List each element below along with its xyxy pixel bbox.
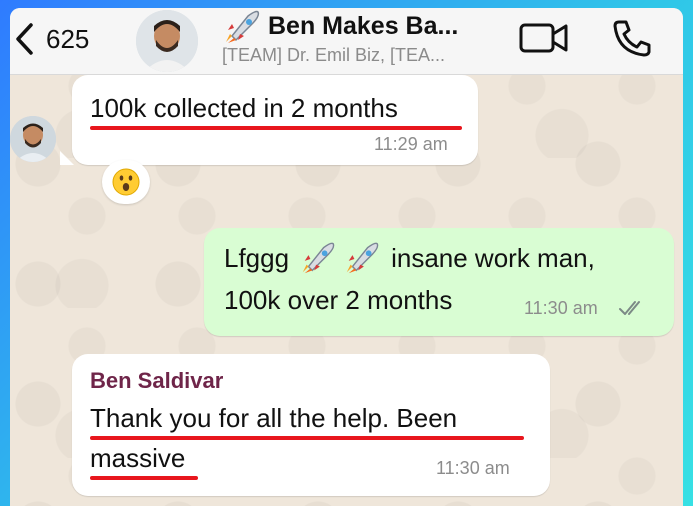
message-text-start: Lfggg: [224, 243, 290, 273]
chat-screen: 625 Ben Makes Ba... [TEAM] Dr. Emil Biz,…: [10, 8, 683, 506]
chat-title[interactable]: Ben Makes Ba...: [268, 12, 458, 41]
unread-count: 625: [46, 23, 90, 54]
read-double-check-icon: [618, 298, 648, 318]
bubble-tail: [60, 151, 74, 165]
highlight-underline: [90, 126, 462, 130]
back-button[interactable]: 625: [10, 14, 120, 64]
rocket-icon: [222, 10, 262, 44]
message-text-line-1: Thank you for all the help. Been: [90, 403, 458, 433]
screenshot-frame: 625 Ben Makes Ba... [TEAM] Dr. Emil Biz,…: [0, 0, 693, 506]
video-call-button[interactable]: [518, 20, 570, 56]
incoming-message-bubble[interactable]: Ben Saldivar Thank you for all the help.…: [72, 354, 550, 496]
chat-participants[interactable]: [TEAM] Dr. Emil Biz, [TEA...: [222, 45, 445, 66]
voice-call-button[interactable]: [610, 18, 654, 58]
message-text: 100k collected in 2 months: [90, 93, 398, 123]
outgoing-message-bubble[interactable]: Lfggg insane work man, 100k over 2 month…: [204, 228, 674, 336]
message-reaction[interactable]: [102, 160, 150, 204]
rocket-emoji-icon: [343, 241, 381, 275]
message-timestamp: 11:29 am: [374, 134, 448, 154]
message-text-line-1: Lfggg insane work man,: [224, 238, 595, 278]
message-text-line-2: 100k over 2 months: [224, 285, 453, 315]
message-text-end: insane work man,: [391, 243, 595, 273]
chevron-left-icon: [10, 19, 40, 59]
highlight-underline: [90, 476, 198, 480]
chat-header: 625 Ben Makes Ba... [TEAM] Dr. Emil Biz,…: [10, 8, 683, 75]
phone-icon: [613, 20, 651, 57]
video-camera-icon: [519, 23, 568, 53]
group-avatar[interactable]: [136, 10, 198, 72]
rocket-emoji-icon: [299, 241, 337, 275]
message-timestamp: 11:30 am: [436, 458, 510, 478]
sender-name[interactable]: Ben Saldivar: [90, 368, 223, 394]
incoming-message-bubble[interactable]: 100k collected in 2 months 11:29 am: [72, 75, 478, 165]
surprised-face-emoji-icon: [112, 168, 140, 196]
message-timestamp: 11:30 am: [524, 298, 598, 318]
message-text-line-2: massive: [90, 443, 186, 473]
sender-avatar[interactable]: [10, 116, 56, 162]
